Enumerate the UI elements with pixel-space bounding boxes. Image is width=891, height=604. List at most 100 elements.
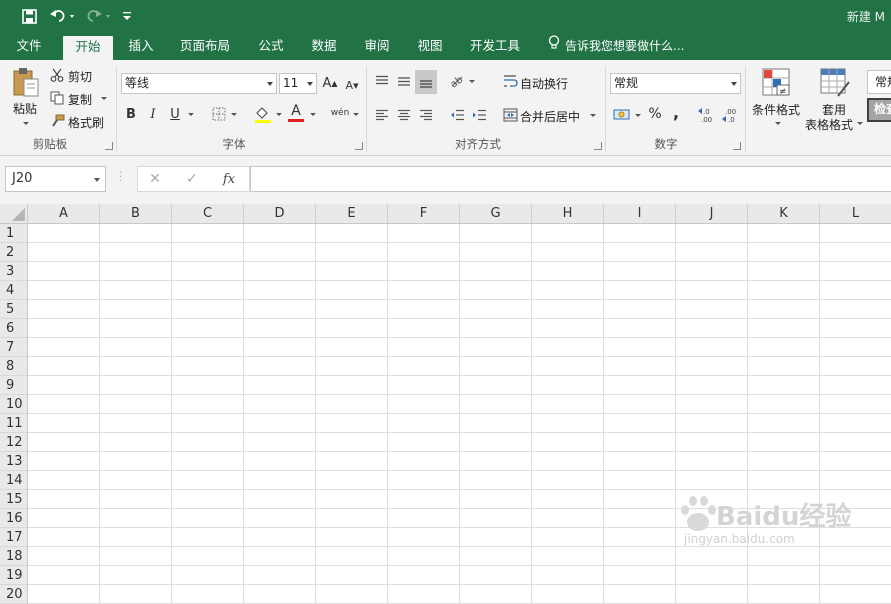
cell-b13[interactable] — [100, 452, 172, 471]
merge-dropdown-icon[interactable] — [590, 114, 596, 117]
cell-c3[interactable] — [172, 262, 244, 281]
cell-g2[interactable] — [460, 243, 532, 262]
font-size-combo[interactable]: 11 — [279, 73, 317, 94]
cell-h6[interactable] — [532, 319, 604, 338]
conditional-format-button[interactable]: 条件格式 — [752, 101, 800, 118]
shrink-font-button[interactable]: A ▼ — [343, 75, 361, 96]
cell-i2[interactable] — [604, 243, 676, 262]
cell-l12[interactable] — [820, 433, 891, 452]
customize-qat-icon[interactable] — [120, 6, 134, 26]
cell-e4[interactable] — [316, 281, 388, 300]
cell-k2[interactable] — [748, 243, 820, 262]
cell-c9[interactable] — [172, 376, 244, 395]
cell-b10[interactable] — [100, 395, 172, 414]
cell-j4[interactable] — [676, 281, 748, 300]
cell-b14[interactable] — [100, 471, 172, 490]
cell-i10[interactable] — [604, 395, 676, 414]
cell-f16[interactable] — [388, 509, 460, 528]
cell-i17[interactable] — [604, 528, 676, 547]
cell-i1[interactable] — [604, 224, 676, 243]
cell-d1[interactable] — [244, 224, 316, 243]
cell-h19[interactable] — [532, 566, 604, 585]
cell-e16[interactable] — [316, 509, 388, 528]
cell-c10[interactable] — [172, 395, 244, 414]
select-all-corner[interactable] — [0, 204, 28, 224]
cell-a20[interactable] — [28, 585, 100, 604]
cell-i3[interactable] — [604, 262, 676, 281]
cell-l20[interactable] — [820, 585, 891, 604]
cell-i9[interactable] — [604, 376, 676, 395]
cell-c15[interactable] — [172, 490, 244, 509]
cell-b18[interactable] — [100, 547, 172, 566]
cell-a2[interactable] — [28, 243, 100, 262]
cell-l1[interactable] — [820, 224, 891, 243]
cell-h13[interactable] — [532, 452, 604, 471]
cell-a7[interactable] — [28, 338, 100, 357]
cell-e9[interactable] — [316, 376, 388, 395]
cell-e14[interactable] — [316, 471, 388, 490]
cell-e11[interactable] — [316, 414, 388, 433]
currency-icon[interactable] — [612, 105, 632, 125]
conditional-format-dropdown-icon[interactable] — [775, 122, 781, 125]
column-header-e[interactable]: E — [316, 204, 388, 224]
cell-f18[interactable] — [388, 547, 460, 566]
underline-button[interactable]: U — [166, 104, 184, 124]
cell-k20[interactable] — [748, 585, 820, 604]
cell-h14[interactable] — [532, 471, 604, 490]
cell-d20[interactable] — [244, 585, 316, 604]
cell-l4[interactable] — [820, 281, 891, 300]
orientation-icon[interactable]: ab — [448, 72, 466, 90]
font-launcher-icon[interactable] — [355, 142, 363, 150]
row-header-19[interactable]: 19 — [0, 566, 28, 585]
align-left-icon[interactable] — [373, 106, 391, 124]
cell-f7[interactable] — [388, 338, 460, 357]
cell-j12[interactable] — [676, 433, 748, 452]
cell-c14[interactable] — [172, 471, 244, 490]
cell-j20[interactable] — [676, 585, 748, 604]
table-format-icon[interactable] — [819, 67, 851, 99]
column-header-d[interactable]: D — [244, 204, 316, 224]
cell-i4[interactable] — [604, 281, 676, 300]
cell-e2[interactable] — [316, 243, 388, 262]
cell-g6[interactable] — [460, 319, 532, 338]
cell-c18[interactable] — [172, 547, 244, 566]
cell-g20[interactable] — [460, 585, 532, 604]
wrap-text-button[interactable]: 自动换行 — [520, 75, 568, 92]
cell-i18[interactable] — [604, 547, 676, 566]
number-launcher-icon[interactable] — [733, 142, 741, 150]
cell-a11[interactable] — [28, 414, 100, 433]
cell-a13[interactable] — [28, 452, 100, 471]
cell-j11[interactable] — [676, 414, 748, 433]
cell-a14[interactable] — [28, 471, 100, 490]
cell-l7[interactable] — [820, 338, 891, 357]
cell-i13[interactable] — [604, 452, 676, 471]
cell-c11[interactable] — [172, 414, 244, 433]
cell-i8[interactable] — [604, 357, 676, 376]
decrease-indent-icon[interactable] — [448, 106, 466, 124]
copy-icon[interactable] — [49, 90, 65, 106]
cell-a10[interactable] — [28, 395, 100, 414]
cell-g3[interactable] — [460, 262, 532, 281]
cell-b20[interactable] — [100, 585, 172, 604]
border-icon[interactable] — [210, 105, 228, 123]
formula-bar-grip[interactable]: · · · — [119, 169, 122, 187]
cell-g4[interactable] — [460, 281, 532, 300]
cell-a4[interactable] — [28, 281, 100, 300]
cell-l3[interactable] — [820, 262, 891, 281]
cell-d2[interactable] — [244, 243, 316, 262]
cell-c4[interactable] — [172, 281, 244, 300]
cell-e1[interactable] — [316, 224, 388, 243]
cell-k9[interactable] — [748, 376, 820, 395]
row-header-12[interactable]: 12 — [0, 433, 28, 452]
cell-f9[interactable] — [388, 376, 460, 395]
cell-l5[interactable] — [820, 300, 891, 319]
formula-input[interactable] — [250, 166, 891, 192]
cell-e3[interactable] — [316, 262, 388, 281]
cell-k8[interactable] — [748, 357, 820, 376]
copy-dropdown-icon[interactable] — [101, 97, 107, 100]
cell-j1[interactable] — [676, 224, 748, 243]
cell-h16[interactable] — [532, 509, 604, 528]
cell-l2[interactable] — [820, 243, 891, 262]
cell-a18[interactable] — [28, 547, 100, 566]
cell-k11[interactable] — [748, 414, 820, 433]
